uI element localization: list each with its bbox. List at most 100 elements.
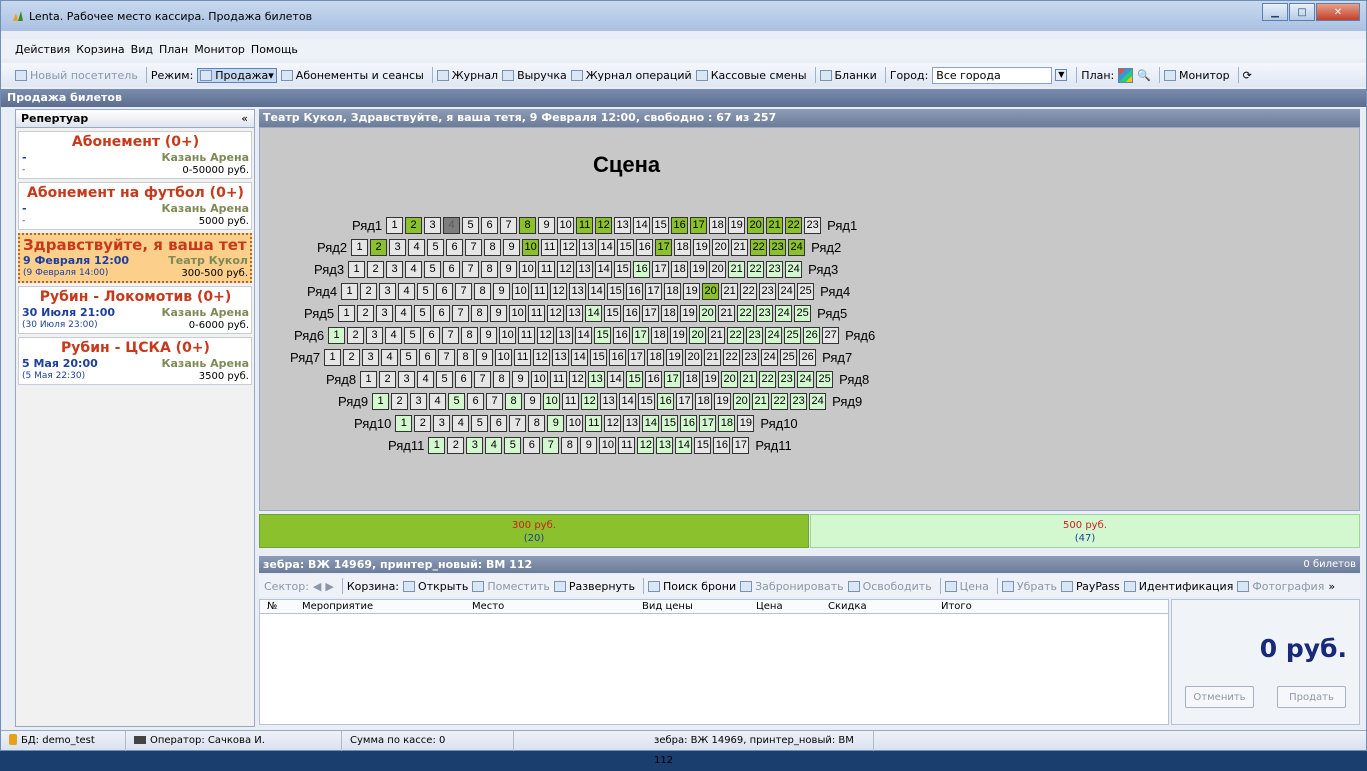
seat[interactable]: 22 bbox=[737, 304, 755, 322]
seat[interactable]: 14 bbox=[585, 304, 603, 322]
seat[interactable]: 12 bbox=[581, 392, 599, 410]
seat[interactable]: 9 bbox=[490, 304, 508, 322]
reserve-button[interactable]: Забронировать bbox=[740, 580, 844, 593]
price-category-500[interactable]: 500 руб. (47) bbox=[810, 514, 1360, 548]
menu-plan[interactable]: План bbox=[159, 43, 188, 56]
seat[interactable]: 5 bbox=[424, 260, 442, 278]
seat[interactable]: 9 bbox=[524, 392, 542, 410]
seat[interactable]: 7 bbox=[486, 392, 504, 410]
monitor-button[interactable]: Монитор bbox=[1163, 69, 1230, 82]
seat[interactable]: 17 bbox=[632, 326, 650, 344]
seat[interactable]: 17 bbox=[676, 392, 694, 410]
seat[interactable]: 21 bbox=[708, 326, 726, 344]
seat[interactable]: 18 bbox=[695, 392, 713, 410]
seat[interactable]: 17 bbox=[628, 348, 646, 366]
release-button[interactable]: Освободить bbox=[847, 580, 932, 593]
seat[interactable]: 16 bbox=[636, 238, 654, 256]
seat[interactable]: 11 bbox=[528, 304, 546, 322]
seat[interactable]: 10 bbox=[599, 436, 617, 454]
seat[interactable]: 19 bbox=[670, 326, 688, 344]
seat[interactable]: 9 bbox=[538, 216, 556, 234]
seat[interactable]: 12 bbox=[560, 238, 578, 256]
seat[interactable]: 3 bbox=[398, 370, 416, 388]
seat[interactable]: 2 bbox=[367, 260, 385, 278]
seat[interactable]: 6 bbox=[443, 260, 461, 278]
seat[interactable]: 27 bbox=[822, 326, 840, 344]
next-sector-icon[interactable]: ▶ bbox=[325, 580, 333, 593]
seat[interactable]: 6 bbox=[423, 326, 441, 344]
seat[interactable]: 14 bbox=[595, 260, 613, 278]
seat[interactable]: 21 bbox=[718, 304, 736, 322]
seat[interactable]: 8 bbox=[528, 414, 546, 432]
seat[interactable]: 11 bbox=[518, 326, 536, 344]
seat[interactable]: 4 bbox=[443, 216, 461, 234]
seat[interactable]: 1 bbox=[338, 304, 356, 322]
seat[interactable]: 9 bbox=[512, 370, 530, 388]
seat[interactable]: 10 bbox=[557, 216, 575, 234]
seat[interactable]: 8 bbox=[561, 436, 579, 454]
seat[interactable]: 18 bbox=[709, 216, 727, 234]
seat[interactable]: 12 bbox=[637, 436, 655, 454]
seat[interactable]: 14 bbox=[619, 392, 637, 410]
seat[interactable]: 9 bbox=[493, 282, 511, 300]
repertoire-item[interactable]: Рубин - ЦСКА (0+) 5 Мая 20:00 Казань Арен… bbox=[18, 337, 252, 385]
seat[interactable]: 12 bbox=[595, 216, 613, 234]
seat[interactable]: 15 bbox=[626, 370, 644, 388]
seat[interactable]: 20 bbox=[733, 392, 751, 410]
seat[interactable]: 11 bbox=[538, 260, 556, 278]
seat[interactable]: 23 bbox=[769, 238, 787, 256]
menu-basket[interactable]: Корзина bbox=[76, 43, 124, 56]
minimize-button[interactable]: ▁ bbox=[1262, 3, 1288, 21]
seat[interactable]: 24 bbox=[788, 238, 806, 256]
seat[interactable]: 15 bbox=[661, 414, 679, 432]
seat[interactable]: 17 bbox=[664, 370, 682, 388]
expand-button[interactable]: Развернуть bbox=[553, 580, 635, 593]
col-event[interactable]: Мероприятие bbox=[302, 601, 373, 612]
seat[interactable]: 2 bbox=[357, 304, 375, 322]
zoom-icon[interactable]: 🔍 bbox=[1137, 69, 1151, 82]
seat[interactable]: 22 bbox=[723, 348, 741, 366]
repertoire-item[interactable]: Абонемент на футбол (0+) - Казань Арена -… bbox=[18, 182, 252, 230]
seat[interactable]: 15 bbox=[594, 326, 612, 344]
sell-button[interactable]: Продать bbox=[1277, 686, 1346, 708]
seat[interactable]: 2 bbox=[343, 348, 361, 366]
seat[interactable]: 4 bbox=[417, 370, 435, 388]
seat[interactable]: 17 bbox=[690, 216, 708, 234]
seat[interactable]: 2 bbox=[405, 216, 423, 234]
refresh-icon[interactable]: ⟳ bbox=[1243, 69, 1252, 82]
seat[interactable]: 3 bbox=[389, 238, 407, 256]
seat[interactable]: 15 bbox=[590, 348, 608, 366]
seat[interactable]: 19 bbox=[680, 304, 698, 322]
seat[interactable]: 13 bbox=[552, 348, 570, 366]
seat[interactable]: 8 bbox=[481, 260, 499, 278]
seat[interactable]: 22 bbox=[727, 326, 745, 344]
seat[interactable]: 10 bbox=[512, 282, 530, 300]
seat[interactable]: 6 bbox=[446, 238, 464, 256]
seat[interactable]: 18 bbox=[683, 370, 701, 388]
seat[interactable]: 16 bbox=[680, 414, 698, 432]
place-button[interactable]: Поместить bbox=[472, 580, 550, 593]
seat[interactable]: 10 bbox=[509, 304, 527, 322]
repertoire-item[interactable]: Здравствуйте, я ваша тет... 9 Февраля 12… bbox=[18, 233, 252, 283]
seat[interactable]: 14 bbox=[571, 348, 589, 366]
seat[interactable]: 9 bbox=[480, 326, 498, 344]
seat[interactable]: 26 bbox=[799, 348, 817, 366]
seat[interactable]: 10 bbox=[519, 260, 537, 278]
seat[interactable]: 22 bbox=[750, 238, 768, 256]
close-button[interactable]: ✕ bbox=[1316, 3, 1360, 21]
seat[interactable]: 24 bbox=[775, 304, 793, 322]
seat[interactable]: 1 bbox=[351, 238, 369, 256]
seat[interactable]: 16 bbox=[671, 216, 689, 234]
seat[interactable]: 24 bbox=[785, 260, 803, 278]
seat[interactable]: 22 bbox=[759, 370, 777, 388]
seat[interactable]: 16 bbox=[657, 392, 675, 410]
seat[interactable]: 19 bbox=[683, 282, 701, 300]
seat[interactable]: 20 bbox=[747, 216, 765, 234]
seat[interactable]: 21 bbox=[731, 238, 749, 256]
open-button[interactable]: Открыть bbox=[403, 580, 468, 593]
seat[interactable]: 10 bbox=[543, 392, 561, 410]
seat[interactable]: 25 bbox=[784, 326, 802, 344]
seat[interactable]: 25 bbox=[797, 282, 815, 300]
seat[interactable]: 24 bbox=[765, 326, 783, 344]
seat[interactable]: 19 bbox=[728, 216, 746, 234]
